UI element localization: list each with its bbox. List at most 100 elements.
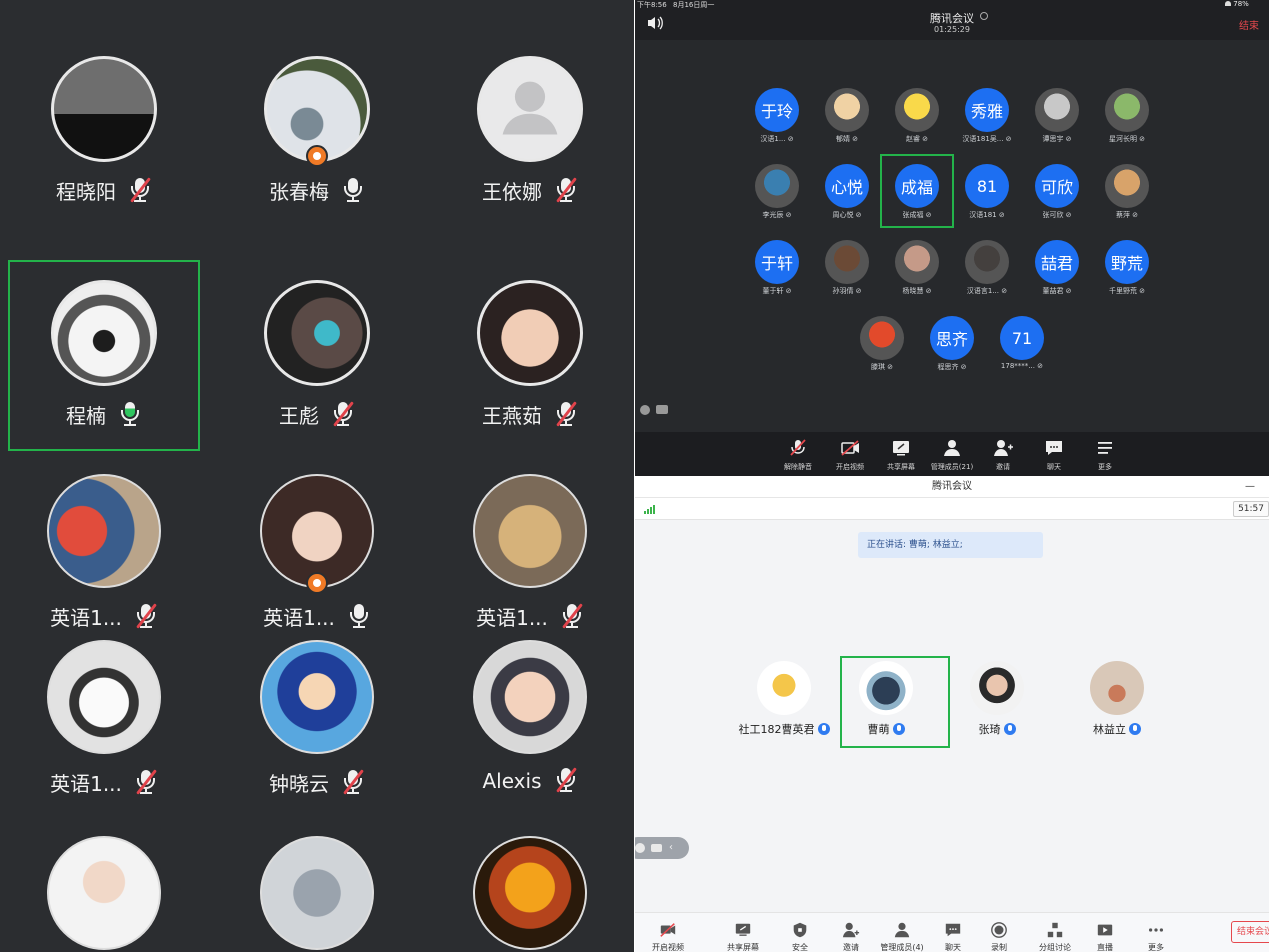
participant-avatar[interactable]: 心悦 [825, 164, 869, 208]
participant-name: 王彪 [279, 404, 319, 428]
participant-avatar[interactable]: 71 [1000, 316, 1044, 360]
toolbar-button[interactable]: 开启视频 [643, 921, 693, 952]
participant-tile[interactable] [425, 836, 634, 950]
participant-tile[interactable]: 张春梅 [212, 56, 422, 205]
video-off-icon [841, 440, 859, 456]
caption-icon[interactable] [656, 405, 668, 414]
avatar [264, 56, 370, 167]
participant-tile[interactable]: 英语1... [425, 474, 634, 631]
participant-label: 蔡萍 ⊘ [1115, 211, 1139, 219]
participant-tile[interactable]: 王依娜 [425, 56, 634, 205]
toolbar-label: 管理成员(4) [880, 943, 924, 952]
mic-icon [1129, 723, 1141, 735]
participant-avatar[interactable]: 秀雅 [965, 88, 1009, 132]
toolbar-label: 分组讨论 [1039, 943, 1071, 952]
status-date: 8月16日周一 [673, 1, 715, 9]
participant-avatar[interactable]: 思齐 [930, 316, 974, 360]
participant-tile[interactable]: 钟晓云 [212, 640, 422, 797]
avatar [473, 640, 587, 754]
participant-tile[interactable]: Alexis [425, 640, 634, 794]
participant-label: 千里野荒 ⊘ [1108, 287, 1146, 295]
mic-muted-icon [560, 602, 584, 630]
toolbar-button[interactable]: 安全 [775, 921, 825, 952]
toolbar-button[interactable]: 聊天 [928, 921, 978, 952]
participant-tile[interactable]: 英语1... [212, 474, 422, 631]
meeting-timer: 51:57 [1233, 501, 1269, 517]
participant-avatar[interactable]: 81 [965, 164, 1009, 208]
participant-avatar[interactable] [895, 240, 939, 284]
participant-avatar[interactable] [757, 661, 811, 715]
emoji-icon[interactable] [635, 843, 645, 853]
participant-avatar[interactable]: 可欣 [1035, 164, 1079, 208]
mic-base [560, 199, 572, 202]
participant-avatar[interactable]: 于轩 [755, 240, 799, 284]
participant-avatar[interactable] [1105, 88, 1149, 132]
participant-avatar[interactable] [825, 88, 869, 132]
participant-tile[interactable]: 英语1... [0, 640, 209, 797]
avatar-initials: 于玲 [760, 102, 793, 121]
participant-avatar[interactable] [755, 164, 799, 208]
participant-label: 谭思宇 ⊘ [1042, 135, 1072, 143]
avatar [473, 836, 587, 950]
toolbar-button[interactable]: 更多 [1131, 921, 1181, 952]
mic-base [139, 625, 152, 628]
active-speaker-highlight [880, 154, 954, 228]
default-avatar-icon [502, 81, 558, 135]
mic-cup [344, 185, 362, 197]
participant-label: 178****... ⊘ [1000, 362, 1044, 370]
participant-avatar[interactable] [1035, 88, 1079, 132]
participant-avatar[interactable]: 野荒 [1105, 240, 1149, 284]
avatar [260, 474, 374, 594]
participant-tile[interactable]: 程晓阳 [0, 56, 209, 205]
toolbar-button[interactable]: 开启视频 [824, 438, 876, 472]
participant-tile[interactable] [212, 836, 422, 950]
emoji-icon[interactable] [640, 405, 650, 415]
caption-icon[interactable] [651, 844, 662, 852]
participant-avatar[interactable] [860, 316, 904, 360]
minimize-button[interactable]: — [1245, 476, 1255, 498]
participant-tile[interactable]: 王燕茹 [425, 280, 634, 429]
info-icon[interactable] [980, 12, 988, 20]
participant-name: 王燕茹 [482, 404, 542, 428]
toolbar-button[interactable]: 共享屏幕 [875, 438, 927, 472]
toolbar-button[interactable]: 邀请 [826, 921, 876, 952]
participant-label: 汉语181 ⊘ [969, 211, 1005, 219]
mic-cup [349, 611, 368, 623]
participant-avatar[interactable]: 喆君 [1035, 240, 1079, 284]
record-icon [991, 922, 1007, 938]
toolbar-button[interactable]: 共享屏幕 [718, 921, 768, 952]
toolbar-button[interactable]: 直播 [1080, 921, 1130, 952]
participant-name: 英语1... [50, 772, 122, 796]
toolbar-button[interactable]: 录制 [974, 921, 1024, 952]
toolbar-button[interactable]: 聊天 [1028, 438, 1080, 472]
toolbar-button[interactable]: 分组讨论 [1030, 921, 1080, 952]
participant-name-row: 英语1... [212, 602, 422, 631]
more-icon [1148, 928, 1164, 932]
breakout-icon [1047, 922, 1063, 938]
collapse-icon[interactable]: ‹ [669, 842, 673, 853]
avatar-initials: 喆君 [1040, 254, 1073, 273]
toolbar-button[interactable]: 解除静音 [772, 438, 824, 472]
toolbar-button[interactable]: 管理成员(4) [877, 921, 927, 952]
chat-icon [1046, 441, 1062, 455]
toolbar-label: 开启视频 [652, 943, 684, 952]
toolbar-button[interactable]: 管理成员(21) [926, 438, 978, 472]
participant-tile[interactable] [0, 836, 209, 950]
avatar [47, 640, 161, 754]
speaking-indicator: 正在讲话: 曹萌; 林益立; [858, 532, 1043, 558]
end-meeting-button[interactable]: 结束 [1239, 17, 1259, 32]
participant-label: 杨晓慧 ⊘ [902, 287, 932, 295]
participant-tile[interactable]: 王彪 [212, 280, 422, 429]
toolbar-button[interactable]: 更多 [1079, 438, 1131, 472]
participant-avatar[interactable]: 于玲 [755, 88, 799, 132]
participant-tile[interactable]: 英语1... [0, 474, 209, 631]
participant-avatar[interactable] [825, 240, 869, 284]
participant-name-row: 王依娜 [425, 176, 634, 205]
participant-avatar[interactable] [1105, 164, 1149, 208]
toolbar-button[interactable]: 邀请 [977, 438, 1029, 472]
participant-avatar[interactable] [965, 240, 1009, 284]
participant-avatar[interactable] [970, 661, 1024, 715]
participant-avatar[interactable] [1090, 661, 1144, 715]
participant-avatar[interactable] [895, 88, 939, 132]
end-meeting-button[interactable]: 结束会议 [1231, 921, 1269, 943]
